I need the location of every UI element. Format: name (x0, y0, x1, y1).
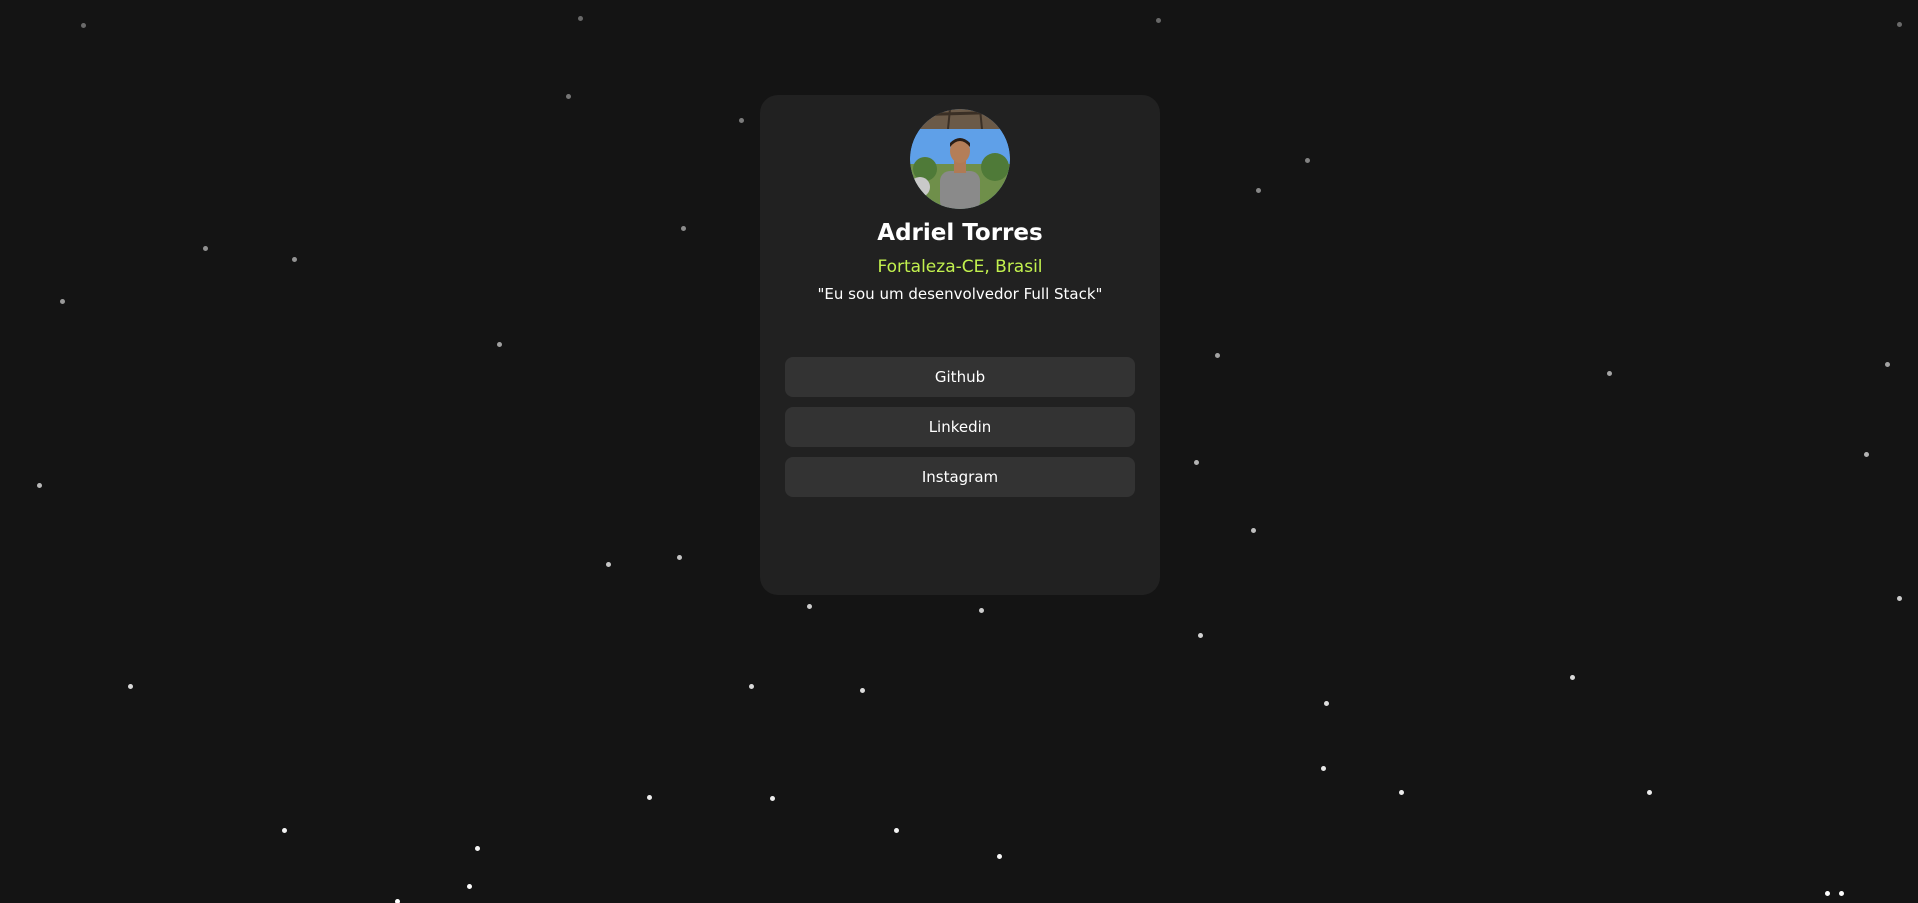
star-dot (749, 684, 754, 689)
star-dot (997, 854, 1002, 859)
star-dot (1570, 675, 1575, 680)
star-dot (1251, 528, 1256, 533)
star-dot (979, 608, 984, 613)
star-dot (395, 899, 400, 903)
star-dot (807, 604, 812, 609)
star-dot (1897, 22, 1902, 27)
profile-location: Fortaleza-CE, Brasil (877, 257, 1043, 277)
star-dot (292, 257, 297, 262)
star-dot (606, 562, 611, 567)
profile-avatar (910, 109, 1010, 209)
star-dot (1864, 452, 1869, 457)
star-dot (37, 483, 42, 488)
star-dot (1321, 766, 1326, 771)
star-dot (1324, 701, 1329, 706)
star-dot (647, 795, 652, 800)
linkedin-link-button[interactable]: Linkedin (785, 407, 1135, 447)
star-dot (467, 884, 472, 889)
star-dot (578, 16, 583, 21)
page-background: Adriel Torres Fortaleza-CE, Brasil "Eu s… (0, 0, 1918, 903)
star-dot (681, 226, 686, 231)
star-dot (739, 118, 744, 123)
star-dot (475, 846, 480, 851)
profile-bio: "Eu sou um desenvolvedor Full Stack" (817, 285, 1103, 303)
star-dot (282, 828, 287, 833)
star-dot (1256, 188, 1261, 193)
star-dot (677, 555, 682, 560)
star-dot (860, 688, 865, 693)
profile-name: Adriel Torres (877, 220, 1043, 246)
instagram-link-button[interactable]: Instagram (785, 457, 1135, 497)
star-dot (1194, 460, 1199, 465)
star-dot (1305, 158, 1310, 163)
star-dot (894, 828, 899, 833)
github-link-button[interactable]: Github (785, 357, 1135, 397)
star-dot (128, 684, 133, 689)
star-dot (1607, 371, 1612, 376)
star-dot (60, 299, 65, 304)
star-dot (203, 246, 208, 251)
social-links: Github Linkedin Instagram (760, 357, 1160, 497)
star-dot (1839, 891, 1844, 896)
star-dot (1198, 633, 1203, 638)
star-dot (770, 796, 775, 801)
star-dot (81, 23, 86, 28)
star-dot (1215, 353, 1220, 358)
star-dot (1647, 790, 1652, 795)
star-dot (1885, 362, 1890, 367)
star-dot (1825, 891, 1830, 896)
star-dot (1399, 790, 1404, 795)
star-dot (1897, 596, 1902, 601)
star-dot (566, 94, 571, 99)
profile-card: Adriel Torres Fortaleza-CE, Brasil "Eu s… (760, 95, 1160, 595)
star-dot (1156, 18, 1161, 23)
star-dot (497, 342, 502, 347)
